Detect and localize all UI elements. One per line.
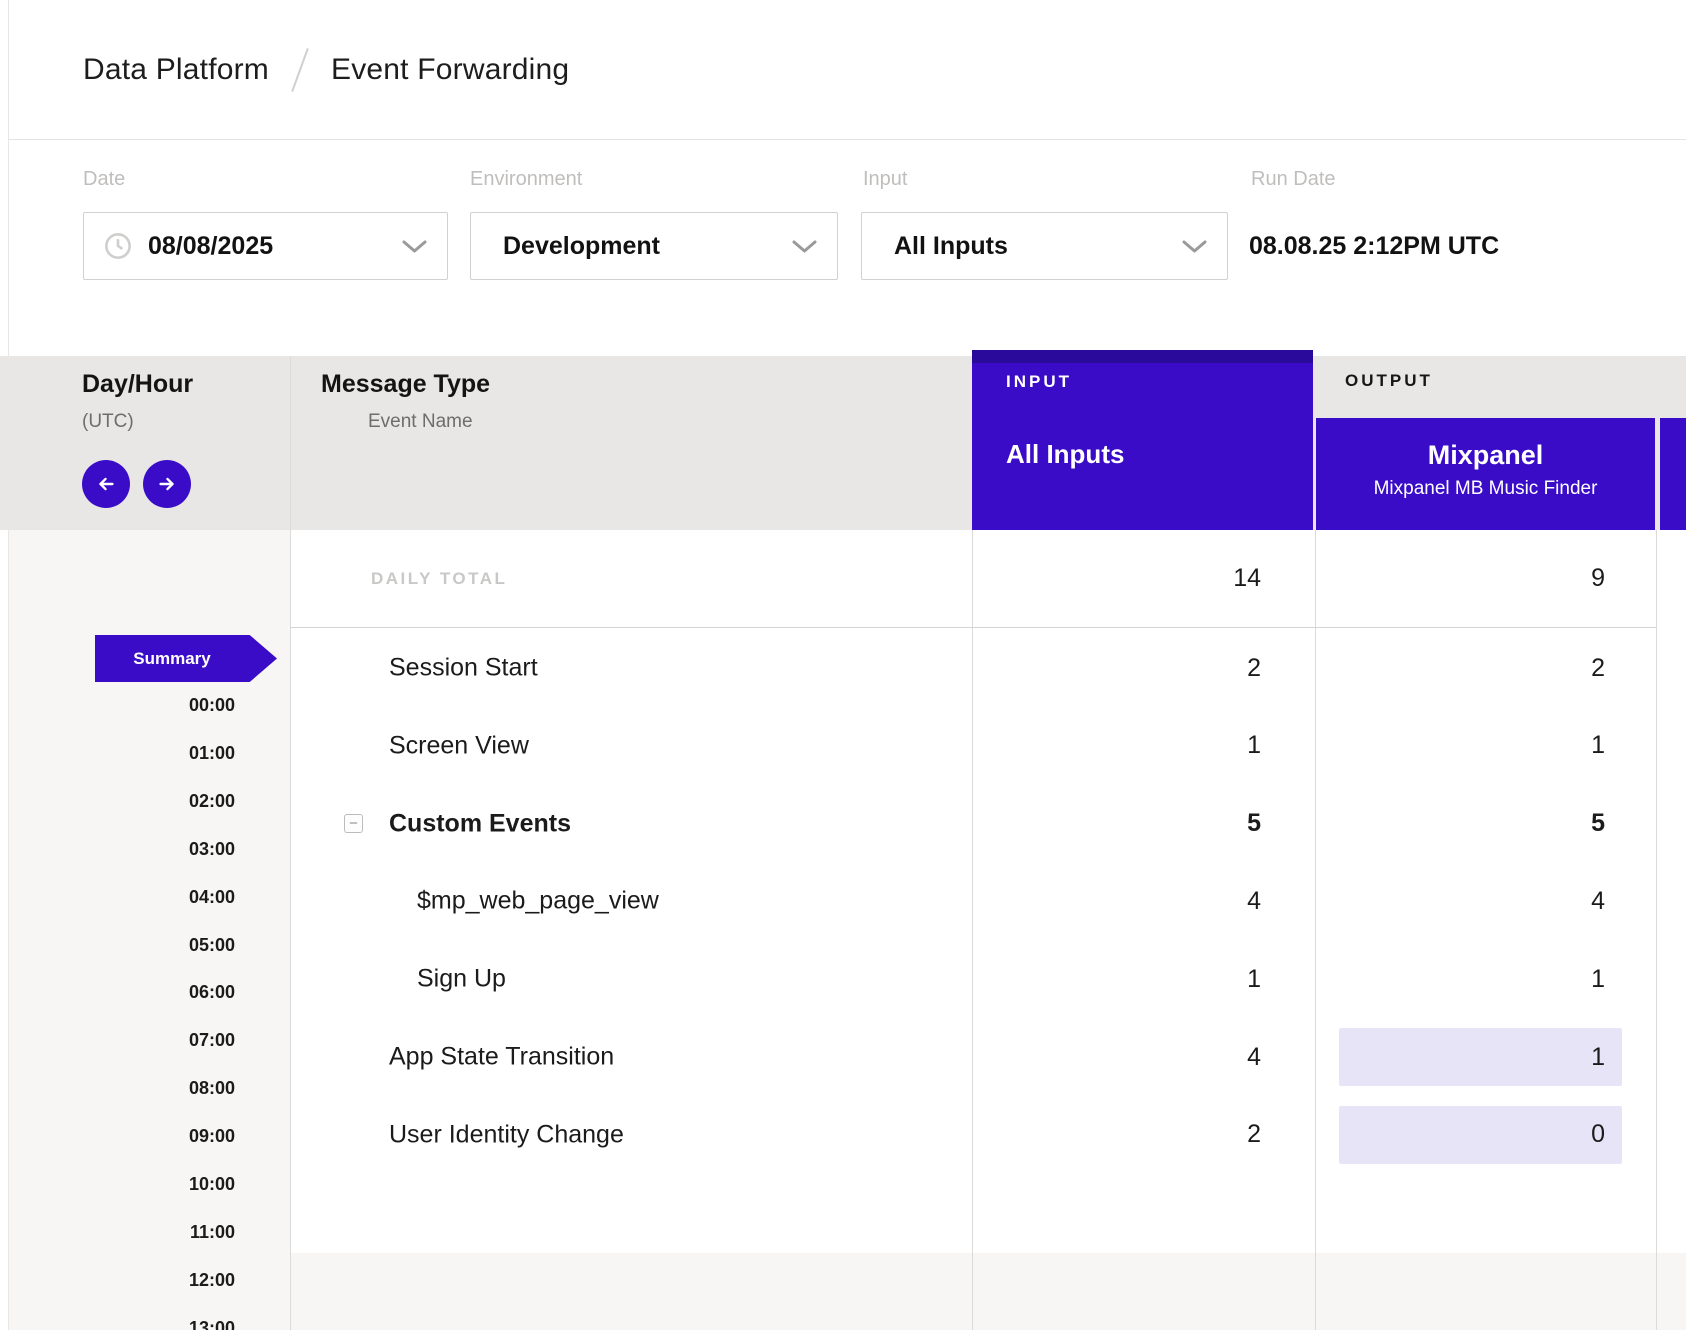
hour-rail-item[interactable]: 07:00 (9, 1030, 235, 1054)
run-date-value: 08.08.25 2:12PM UTC (1249, 232, 1499, 261)
daily-total-output-cell: 9 (1315, 530, 1605, 627)
previous-day-button[interactable] (82, 460, 130, 508)
output-column-header[interactable]: Mixpanel Mixpanel MB Music Finder (1316, 418, 1655, 530)
chevron-down-icon (1182, 240, 1207, 253)
table-row: Screen View 11 (290, 707, 1686, 785)
day-nav (82, 460, 191, 508)
daily-total-label: DAILY TOTAL (371, 569, 507, 589)
input-group-label: INPUT (1006, 372, 1313, 392)
output-count-cell: 5 (1315, 785, 1605, 863)
input-count-cell: 4 (972, 1018, 1261, 1096)
day-hour-header: Day/Hour (82, 370, 193, 399)
input-count-cell: 5 (972, 785, 1261, 863)
output-column-subtitle: Mixpanel MB Music Finder (1316, 478, 1655, 500)
table-row: User Identity Change 20 (290, 1096, 1686, 1174)
chevron-down-icon (402, 240, 427, 253)
input-count-cell: 1 (972, 940, 1261, 1018)
event-name: Session Start (389, 654, 538, 683)
hour-rail-item[interactable]: 13:00 (9, 1318, 235, 1330)
hour-rail-item[interactable]: 05:00 (9, 935, 235, 959)
event-forwarding-page: Data Platform Event Forwarding Date 08/0… (0, 0, 1686, 1330)
collapse-toggle-minus-icon[interactable]: − (344, 814, 363, 833)
output-count-cell-highlighted: 0 (1315, 1096, 1605, 1174)
next-output-column-partial (1660, 418, 1686, 530)
table-row: App State Transition 41 (290, 1018, 1686, 1096)
highlight-box (1339, 1106, 1622, 1164)
summary-tab[interactable]: Summary (95, 635, 277, 682)
day-hour-subtitle: (UTC) (82, 411, 134, 433)
hour-rail-item[interactable]: 06:00 (9, 982, 235, 1006)
breadcrumb-section[interactable]: Data Platform (83, 53, 269, 87)
output-count-cell: 1 (1315, 940, 1605, 1018)
output-count-cell-highlighted: 1 (1315, 1018, 1605, 1096)
environment-filter-value: Development (503, 232, 660, 261)
output-column-name: Mixpanel (1316, 440, 1655, 471)
table-row: Session Start 22 (290, 629, 1686, 707)
environment-filter-dropdown[interactable]: Development (470, 212, 838, 280)
input-column-name: All Inputs (1006, 439, 1313, 470)
hour-rail-item[interactable]: 00:00 (9, 695, 235, 719)
event-name: App State Transition (389, 1043, 614, 1072)
daily-total-input-cell: 14 (972, 530, 1261, 627)
grid-footer-area (290, 1253, 1686, 1330)
date-filter-value: 08/08/2025 (148, 232, 273, 261)
page-title: Event Forwarding (331, 53, 569, 87)
highlight-box (1339, 1028, 1622, 1086)
summary-tab-label: Summary (133, 649, 210, 669)
arrow-right-icon (156, 473, 178, 495)
event-name: $mp_web_page_view (417, 887, 659, 916)
hour-rail-item[interactable]: 09:00 (9, 1126, 235, 1150)
next-day-button[interactable] (143, 460, 191, 508)
table-row: $mp_web_page_view 44 (290, 862, 1686, 940)
input-count-cell: 4 (972, 862, 1261, 940)
arrow-left-icon (95, 473, 117, 495)
daily-total-row: DAILY TOTAL 14 9 (290, 530, 1686, 627)
date-filter-label: Date (83, 168, 125, 191)
clock-icon (104, 232, 132, 260)
event-name-subtitle: Event Name (368, 411, 473, 433)
run-date-label: Run Date (1251, 168, 1336, 191)
message-type-header: Message Type (321, 370, 490, 399)
input-count-cell: 2 (972, 629, 1261, 707)
event-name: Custom Events (389, 809, 571, 838)
hour-rail-item[interactable]: 12:00 (9, 1270, 235, 1294)
chevron-down-icon (792, 240, 817, 253)
hour-rail-item[interactable]: 02:00 (9, 791, 235, 815)
output-group-label: OUTPUT (1345, 371, 1433, 391)
input-filter-dropdown[interactable]: All Inputs (861, 212, 1228, 280)
input-filter-value: All Inputs (894, 232, 1008, 261)
event-name: Screen View (389, 731, 529, 760)
hour-rail-item[interactable]: 01:00 (9, 743, 235, 767)
table-row: − Custom Events 55 (290, 785, 1686, 863)
hour-rail-item[interactable]: 11:00 (9, 1222, 235, 1246)
input-count-cell: 2 (972, 1096, 1261, 1174)
output-count-cell: 2 (1315, 629, 1605, 707)
date-filter-dropdown[interactable]: 08/08/2025 (83, 212, 448, 280)
hour-rail-item[interactable]: 10:00 (9, 1174, 235, 1198)
output-count-cell: 1 (1315, 707, 1605, 785)
event-name: User Identity Change (389, 1120, 624, 1149)
table-row: Sign Up 11 (290, 940, 1686, 1018)
output-count-cell: 4 (1315, 862, 1605, 940)
hour-rail-item[interactable]: 08:00 (9, 1078, 235, 1102)
hour-rail-item[interactable]: 03:00 (9, 839, 235, 863)
input-count-cell: 1 (972, 707, 1261, 785)
input-filter-label: Input (863, 168, 907, 191)
row-divider (290, 627, 1656, 628)
input-column-header[interactable]: INPUT All Inputs (972, 350, 1313, 530)
environment-filter-label: Environment (470, 168, 582, 191)
hour-rail-item[interactable]: 04:00 (9, 887, 235, 911)
breadcrumb: Data Platform Event Forwarding (9, 0, 1686, 140)
event-name: Sign Up (417, 965, 506, 994)
breadcrumb-separator (291, 48, 309, 92)
